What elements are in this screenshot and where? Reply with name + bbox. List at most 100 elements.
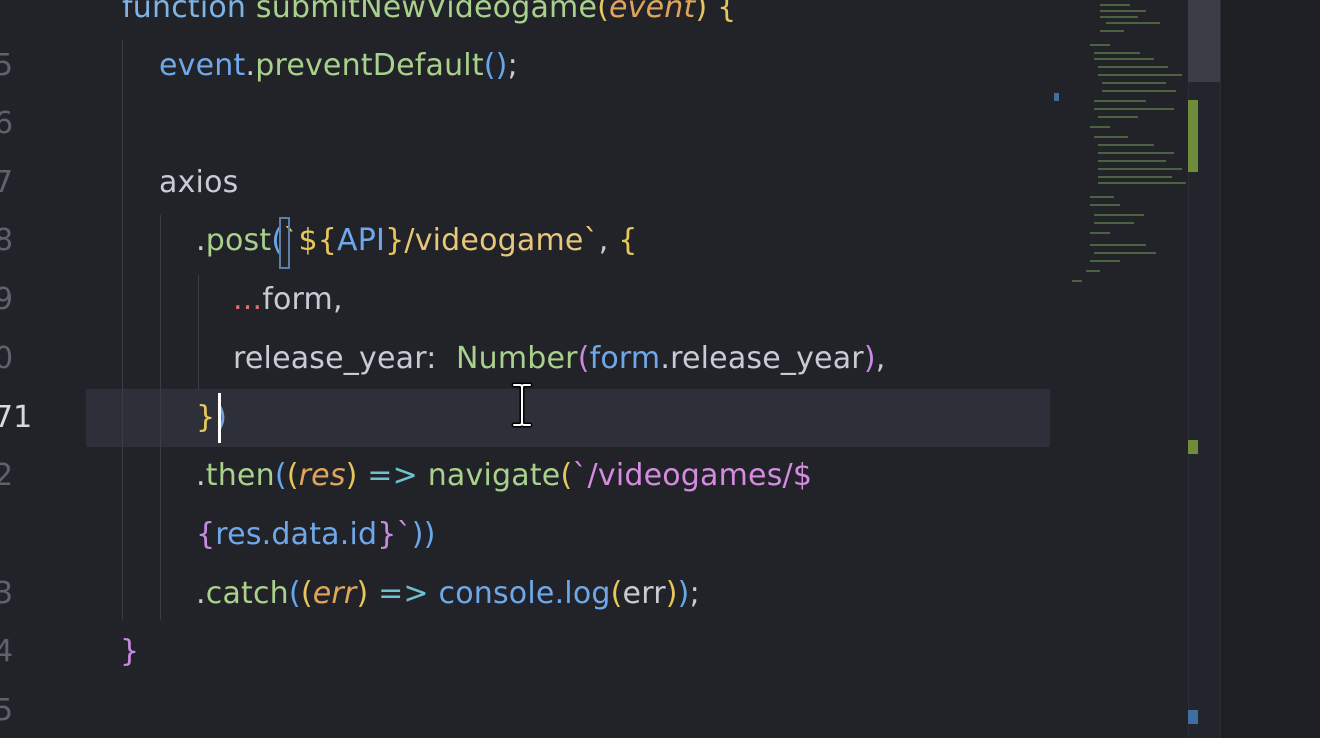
minimap-line	[1090, 126, 1110, 128]
minimap-line	[1098, 168, 1182, 170]
minimap-line	[1098, 176, 1172, 178]
text-cursor	[218, 393, 221, 443]
token-brace: }	[196, 400, 216, 435]
code-editor[interactable]: 5 6 7 8 9 0 71 2 3 4 5 function submitNe…	[0, 0, 1320, 738]
token-method: then	[205, 458, 275, 493]
minimap-line	[1090, 44, 1110, 46]
minimap-line	[1100, 30, 1124, 32]
code-line-then[interactable]: .then((res) => navigate(`/videogames/$	[196, 447, 812, 505]
token-identifier: res.data.id	[215, 517, 378, 552]
code-line-axios[interactable]: axios	[159, 154, 238, 212]
code-line-then-wrapped[interactable]: {res.data.id}`))	[196, 506, 436, 564]
token-dot: .	[245, 48, 256, 83]
token-identifier: axios	[159, 165, 239, 200]
token-semicolon: ;	[507, 48, 518, 83]
indent-guide	[160, 215, 161, 620]
line-number: 7	[0, 165, 14, 200]
minimap-line	[1094, 52, 1140, 54]
minimap-line	[1100, 16, 1138, 18]
minimap-line	[1094, 252, 1156, 254]
code-line-spread[interactable]: ...form,	[233, 271, 343, 329]
token-dot: .	[196, 576, 206, 611]
token-paren: (	[597, 0, 610, 25]
token-property: release_year:	[233, 341, 456, 376]
minimap-line	[1086, 270, 1100, 272]
token-identifier: form	[589, 341, 661, 376]
cursor-position-marker	[1054, 93, 1059, 101]
minimap-line	[1094, 136, 1128, 138]
line-number: 8	[0, 223, 14, 258]
token-keyword: function	[122, 0, 247, 25]
minimap-line	[1094, 214, 1144, 216]
token-paren: (	[286, 458, 299, 493]
code-line-close-object[interactable]: })	[196, 389, 227, 447]
token-paren: )	[356, 576, 369, 611]
token-method: preventDefault	[255, 48, 484, 83]
minimap-line	[1094, 100, 1146, 102]
token-paren: )	[677, 576, 690, 611]
line-number: 3	[0, 576, 14, 611]
line-number: 4	[0, 634, 14, 669]
minimap-line	[1100, 10, 1146, 12]
side-panel	[1220, 0, 1320, 738]
token-method: .log	[554, 576, 611, 611]
token-string: `	[396, 517, 412, 552]
scrollbar-change-marker	[1188, 100, 1198, 172]
token-interpolation: }	[385, 223, 405, 258]
token-parameter: res	[298, 458, 346, 493]
line-number-gutter: 5 6 7 8 9 0 71 2 3 4 5	[0, 0, 86, 738]
code-line-post[interactable]: .post(`${API}/videogame`, {	[196, 212, 638, 270]
line-number: 6	[0, 106, 14, 141]
token-spread: ...	[233, 282, 263, 317]
line-number-active: 71	[0, 400, 33, 435]
code-line-close-function[interactable]: }	[120, 623, 139, 681]
token-comma: ,	[875, 341, 886, 376]
token-brace: {	[618, 223, 638, 258]
token-function-name: submitNewVideogame	[255, 0, 598, 25]
token-paren: (	[288, 576, 301, 611]
token-method: post	[205, 223, 272, 258]
token-method: catch	[205, 576, 289, 611]
scrollbar-thumb[interactable]	[1188, 0, 1220, 82]
token-paren: )	[345, 458, 358, 493]
token-function: navigate	[427, 458, 561, 493]
current-line-highlight	[86, 389, 1050, 447]
minimap-line	[1094, 58, 1154, 60]
token-paren: (	[610, 576, 623, 611]
token-dot: .	[196, 223, 206, 258]
token-dot: .	[196, 458, 206, 493]
token-interpolation: }	[377, 517, 397, 552]
code-line-catch[interactable]: .catch((err) => console.log(err));	[196, 565, 700, 623]
token-brace: {	[707, 0, 737, 25]
code-line-prevent-default[interactable]: event.preventDefault();	[159, 37, 518, 95]
token-identifier: console	[438, 576, 555, 611]
minimap[interactable]	[1050, 0, 1188, 738]
token-paren: )	[665, 576, 678, 611]
line-number: 9	[0, 282, 14, 317]
minimap-line	[1090, 196, 1114, 198]
indent-guide	[122, 40, 123, 620]
minimap-line	[1098, 152, 1174, 154]
minimap-line	[1098, 116, 1138, 118]
token-string: `/videogames/$	[572, 458, 813, 493]
token-string: /videogame`	[404, 223, 599, 258]
token-paren: )	[863, 341, 876, 376]
token-parameter: event	[609, 0, 696, 25]
code-line-function[interactable]: function submitNewVideogame(event) {	[122, 0, 736, 37]
token-parameter: err	[312, 576, 357, 611]
token-brace: }	[120, 634, 140, 669]
token-identifier: API	[337, 223, 386, 258]
code-line-release-year[interactable]: release_year: Number(form.release_year),	[233, 330, 885, 388]
token-interpolation: {	[196, 517, 216, 552]
minimap-line	[1072, 280, 1082, 282]
token-arrow: =>	[357, 458, 428, 493]
line-number: 0	[0, 341, 14, 376]
token-identifier: err	[622, 576, 666, 611]
minimap-line	[1098, 66, 1168, 68]
ibeam-cursor-icon	[511, 382, 533, 428]
token-property: .release_year	[660, 341, 864, 376]
scrollbar-change-marker	[1188, 440, 1198, 454]
minimap-line	[1098, 74, 1182, 76]
minimap-line	[1106, 22, 1160, 24]
line-number: 2	[0, 458, 14, 493]
